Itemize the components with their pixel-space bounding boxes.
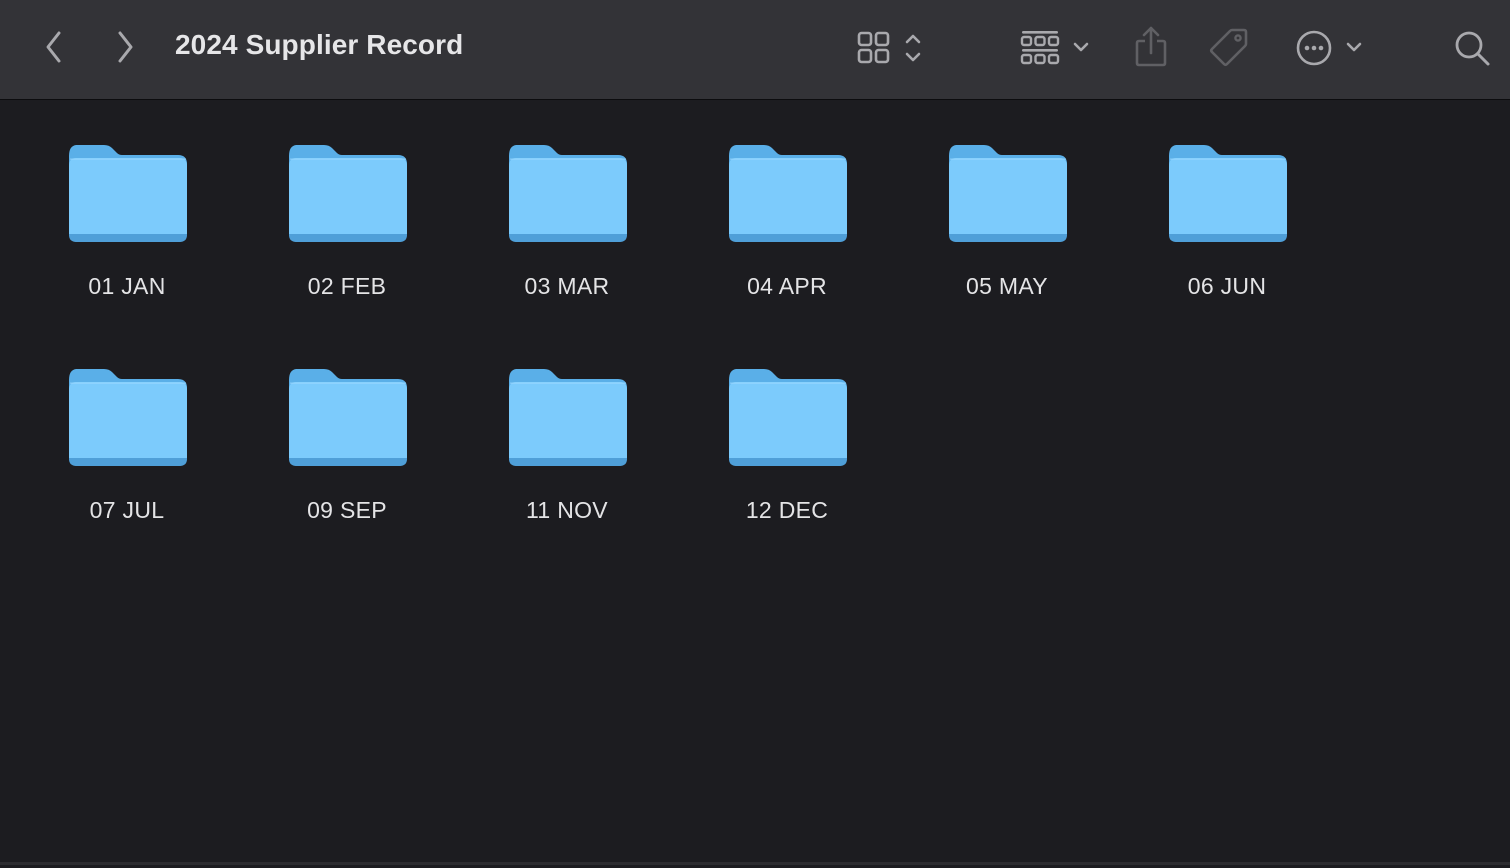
folder-label: 09 SEP: [307, 497, 387, 523]
share-icon: [1135, 26, 1167, 67]
chevron-left-icon: [46, 31, 61, 63]
folder-content-area: 01 JAN 02 FEB 03 MAR 04 APR 05 MAY 06 JU…: [0, 101, 1510, 865]
toolbar: 2024 Supplier Record: [0, 0, 1510, 100]
search-icon: [1455, 31, 1490, 66]
folder-item[interactable]: 11 NOV: [457, 366, 677, 590]
folder-label: 04 APR: [747, 273, 827, 299]
folder-label: 11 NOV: [526, 497, 608, 523]
back-button[interactable]: [38, 27, 70, 67]
view-mode-button[interactable]: [852, 26, 932, 70]
folder-label: 05 MAY: [966, 273, 1048, 299]
folder-label: 06 JUN: [1187, 273, 1267, 299]
tag-button[interactable]: [1206, 24, 1252, 70]
folder-item[interactable]: 05 MAY: [897, 142, 1117, 366]
folder-icon: [729, 145, 847, 242]
icon-grid-view-icon: [857, 31, 921, 64]
folder-item[interactable]: 04 APR: [677, 142, 897, 366]
folder-icon: [289, 369, 407, 466]
window-title: 2024 Supplier Record: [175, 29, 464, 60]
forward-button[interactable]: [109, 27, 141, 67]
folder-item[interactable]: 06 JUN: [1117, 142, 1337, 366]
folder-item[interactable]: 01 JAN: [17, 142, 237, 366]
folder-label: 12 DEC: [745, 497, 829, 523]
folder-icon: [509, 369, 627, 466]
folder-icon: [289, 145, 407, 242]
folder-label: 01 JAN: [88, 273, 166, 299]
folder-icon: [69, 145, 187, 242]
search-button[interactable]: [1450, 26, 1494, 70]
finder-window: 2024 Supplier Record 01 JAN 02 FEB 03 MA…: [0, 0, 1510, 868]
tag-icon: [1209, 28, 1248, 67]
folder-label: 02 FEB: [307, 273, 387, 299]
more-actions-button[interactable]: [1292, 26, 1372, 70]
chevron-right-icon: [118, 31, 133, 63]
more-actions-icon: [1296, 30, 1362, 66]
folder-icon: [729, 369, 847, 466]
window-bottom-edge: [0, 862, 1510, 865]
folder-label: 07 JUL: [89, 497, 165, 523]
folder-icon: [949, 145, 1067, 242]
folder-item[interactable]: 03 MAR: [457, 142, 677, 366]
folder-icon: [1169, 145, 1287, 242]
folder-item[interactable]: 12 DEC: [677, 366, 897, 590]
folder-item[interactable]: 09 SEP: [237, 366, 457, 590]
folder-grid: 01 JAN 02 FEB 03 MAR 04 APR 05 MAY 06 JU…: [17, 142, 1337, 590]
group-button[interactable]: [1016, 26, 1096, 70]
folder-label: 03 MAR: [524, 273, 610, 299]
folder-icon: [509, 145, 627, 242]
folder-item[interactable]: 02 FEB: [237, 142, 457, 366]
folder-item[interactable]: 07 JUL: [17, 366, 237, 590]
share-button[interactable]: [1132, 24, 1170, 70]
folder-icon: [69, 369, 187, 466]
group-by-icon: [1020, 31, 1089, 65]
